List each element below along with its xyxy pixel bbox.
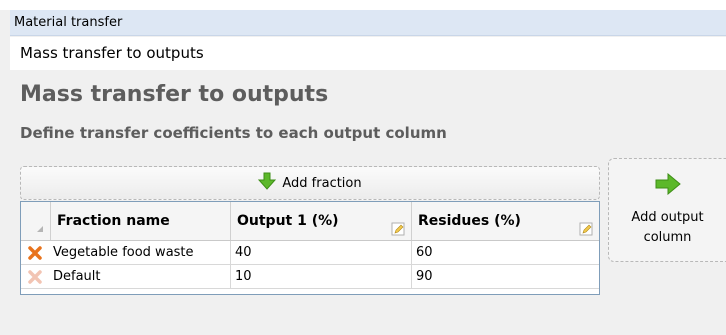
fraction-name-cell[interactable]: Default bbox=[49, 265, 231, 288]
delete-row-icon-disabled bbox=[21, 265, 49, 288]
residues-cell[interactable]: 60 bbox=[412, 241, 599, 264]
column-header-fraction-name[interactable]: Fraction name bbox=[51, 202, 231, 240]
arrow-down-icon bbox=[258, 172, 277, 194]
breadcrumb[interactable]: Material transfer bbox=[10, 10, 726, 36]
add-fraction-label: Add fraction bbox=[282, 175, 362, 191]
column-header-output-1[interactable]: Output 1 (%) bbox=[231, 202, 412, 240]
column-header-output-1-label: Output 1 (%) bbox=[237, 213, 339, 229]
table-row[interactable]: Vegetable food waste 40 60 bbox=[21, 241, 599, 265]
fractions-grid: Fraction name Output 1 (%) Residues (%) bbox=[20, 201, 600, 295]
fraction-name-cell[interactable]: Vegetable food waste bbox=[49, 241, 231, 264]
page-title: Mass transfer to outputs bbox=[20, 82, 329, 107]
grid-header: Fraction name Output 1 (%) Residues (%) bbox=[21, 202, 599, 241]
add-output-column-label: Add output column bbox=[631, 210, 704, 245]
select-all-corner[interactable] bbox=[21, 202, 51, 240]
arrow-right-icon bbox=[655, 172, 681, 202]
output-1-cell[interactable]: 40 bbox=[231, 241, 412, 264]
output-1-cell[interactable]: 10 bbox=[231, 265, 412, 288]
delete-row-icon[interactable] bbox=[21, 241, 49, 264]
top-strip bbox=[0, 0, 726, 10]
residues-cell[interactable]: 90 bbox=[412, 265, 599, 288]
section-header: Mass transfer to outputs bbox=[10, 37, 726, 70]
add-output-column-button[interactable]: Add output column bbox=[608, 158, 726, 262]
table-row[interactable]: Default 10 90 bbox=[21, 265, 599, 289]
column-header-residues[interactable]: Residues (%) bbox=[412, 202, 599, 240]
page-subtitle: Define transfer coefficients to each out… bbox=[20, 124, 447, 142]
add-fraction-button[interactable]: Add fraction bbox=[20, 166, 600, 200]
column-header-residues-label: Residues (%) bbox=[418, 213, 521, 229]
